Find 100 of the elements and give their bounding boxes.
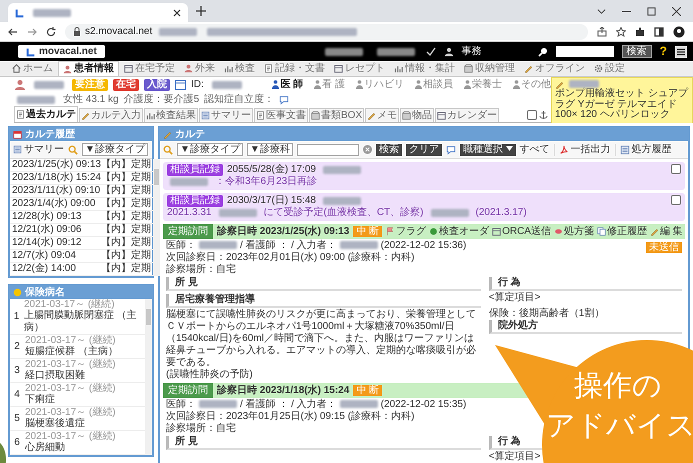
reload-icon[interactable]	[46, 26, 56, 36]
nav-tab[interactable]: レセプト	[330, 61, 389, 76]
forward-icon[interactable]	[27, 26, 37, 36]
share-icon[interactable]	[597, 26, 607, 36]
history-row[interactable]: 12/14(水) 09:12 【内】定期	[10, 237, 153, 250]
nav-tab[interactable]: 記録・文書	[260, 61, 329, 76]
nav-tab[interactable]: 検査	[220, 61, 259, 76]
visit-place-text: 診察場所：自宅	[166, 423, 236, 435]
history-row[interactable]: 12/7(水) 09:04 【内】定期	[10, 250, 153, 263]
role-tab[interactable]: 医 師	[272, 78, 304, 90]
nav-tab[interactable]: 収納管理	[460, 61, 519, 76]
caret-icon	[506, 146, 513, 152]
pen-icon	[524, 64, 533, 73]
type-select[interactable]: ▼診療タイプ	[177, 143, 243, 156]
history-row[interactable]: 2023/1/25(水) 09:13【内】定期	[10, 159, 153, 172]
nav-tab[interactable]: 外来	[180, 61, 219, 76]
record-type-label: 相談員記録	[167, 195, 223, 207]
maximize-icon[interactable]	[647, 6, 656, 16]
close-icon[interactable]	[672, 6, 681, 16]
role-tab[interactable]: その他	[513, 78, 551, 90]
star-icon[interactable]	[616, 26, 626, 36]
clear-icon[interactable]	[362, 145, 372, 154]
blurred-text	[322, 197, 361, 205]
search-button[interactable]: 検索	[376, 144, 402, 156]
new-tab-icon[interactable]	[196, 6, 206, 16]
prescription-history-button[interactable]: 処方履歴	[614, 144, 672, 156]
logo[interactable]: movacal.net	[18, 45, 105, 58]
visit-action[interactable]: 編 集	[650, 226, 683, 238]
visit-action[interactable]: ORCA送信	[492, 226, 551, 238]
profile-icon[interactable]	[673, 26, 685, 38]
nav-tab[interactable]: オフライン	[520, 61, 589, 76]
blurred-text	[218, 209, 256, 217]
address-bar[interactable]: s2.movacal.net	[65, 24, 588, 40]
staff-text: / 看護師 ： / 入力者：	[240, 240, 337, 251]
sub-tab[interactable]: 医事文書	[254, 108, 308, 122]
history-row[interactable]: 12/28(水) 09:13 【内】定期	[10, 211, 153, 224]
type-select[interactable]: ▼診療タイプ	[82, 143, 148, 156]
department-select[interactable]: ▼診療科	[246, 143, 293, 156]
id-card-icon	[175, 80, 186, 90]
sub-tab[interactable]: 物品	[400, 108, 434, 122]
visit-action[interactable]: フラグ	[386, 226, 426, 238]
sub-tab[interactable]: カレンダー	[435, 108, 500, 122]
section-heading: 所 見	[166, 436, 481, 450]
history-row[interactable]: 2023/1/4(水) 09:00 【内】定期	[10, 198, 153, 211]
menu-icon[interactable]	[675, 46, 687, 58]
sidebar-icon[interactable]	[654, 26, 664, 36]
user-name: 事務	[462, 46, 482, 58]
search-field[interactable]	[296, 144, 359, 156]
sub-tab[interactable]: サマリー	[199, 108, 253, 122]
close-icon[interactable]	[173, 8, 181, 16]
person-icon	[415, 80, 422, 89]
nav-tab[interactable]: 在宅予定	[120, 61, 179, 76]
checkbox[interactable]	[671, 164, 681, 174]
search-button[interactable]: 検索	[622, 45, 652, 58]
sub-tab[interactable]: メモ	[365, 108, 400, 122]
help-button[interactable]: ?	[660, 44, 667, 59]
staff-text: 医師：	[166, 240, 196, 251]
nav-tab[interactable]: 情報・集計	[390, 61, 459, 76]
box-icon	[464, 64, 473, 73]
role-tab[interactable]: 栄養士	[464, 78, 502, 90]
role-tab[interactable]: 看 護	[314, 78, 345, 90]
history-row[interactable]: 12/21(水) 09:06 【内】定期	[10, 224, 153, 237]
url-text: s2.movacal.net	[85, 26, 152, 38]
note-text: ポンプ用輸液セット シュアプラグ Yガーゼ テルマエイド100× 120 ヘパリンロック	[555, 89, 689, 120]
dot-icon	[13, 288, 22, 297]
sub-tab[interactable]: 過去カルテ	[14, 106, 78, 122]
sub-tab[interactable]: 書類BOX	[309, 108, 364, 122]
pdf-icon	[558, 144, 569, 154]
search-field[interactable]	[556, 46, 614, 57]
clear-button[interactable]: クリア	[406, 144, 442, 156]
role-tab[interactable]: リハビリ	[356, 78, 404, 90]
visit-action[interactable]: 修正履歴	[596, 226, 647, 238]
record-text: ：令和3年6月23日再診	[215, 176, 318, 188]
doc-icon	[256, 111, 265, 120]
visit-action[interactable]: 処方箋	[554, 226, 594, 238]
role-tab[interactable]: 相談員	[415, 78, 453, 90]
role-select[interactable]: 職種選択	[460, 144, 516, 156]
history-row[interactable]: 12/2(金) 14:00 【内】定期	[10, 263, 153, 276]
history-row[interactable]: 2023/1/11(水) 09:10【内】定期	[10, 185, 153, 198]
back-icon[interactable]	[8, 26, 18, 36]
checkbox[interactable]	[527, 110, 537, 120]
blurred-text	[199, 400, 237, 408]
blurred-text	[159, 28, 198, 36]
nav-tab[interactable]: ホーム	[8, 61, 57, 76]
checkbox[interactable]	[671, 195, 681, 205]
staff-text: 医師：	[166, 399, 196, 410]
chevron-down-icon[interactable]	[597, 6, 606, 16]
history-row[interactable]: 2023/1/18(水) 15:24【内】定期	[10, 172, 153, 185]
sub-tab[interactable]: カルテ入力	[79, 108, 143, 122]
person-icon	[356, 80, 363, 89]
blurred-text	[17, 96, 55, 104]
summary-button[interactable]: サマリー	[13, 144, 64, 156]
calendar-icon	[334, 64, 343, 73]
pill-icon	[554, 227, 563, 236]
nav-tab[interactable]: 患者情報	[58, 61, 119, 76]
export-button[interactable]: 一括出力	[554, 144, 611, 156]
nav-tab[interactable]: 設定	[590, 61, 629, 76]
visit-action[interactable]: 検査オーダ	[429, 226, 490, 238]
puzzle-icon[interactable]	[635, 26, 645, 36]
sub-tab[interactable]: 検査結果	[144, 108, 198, 122]
